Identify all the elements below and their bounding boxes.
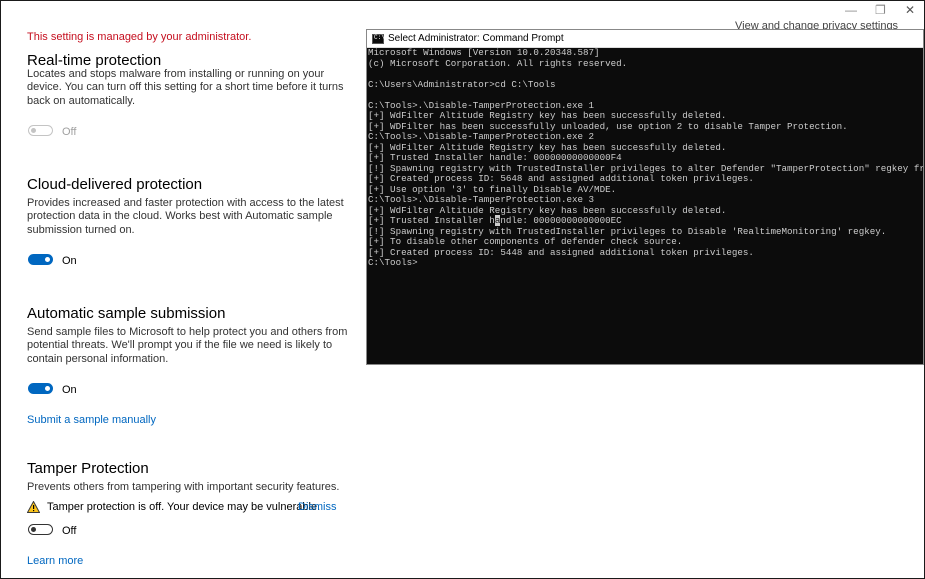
cmd-console-output[interactable]: Microsoft Windows [Version 10.0.20348.58…	[368, 48, 923, 364]
cmd-window-title: Select Administrator: Command Prompt	[388, 33, 564, 44]
cloud-protection-heading: Cloud-delivered protection	[27, 176, 202, 193]
toggle-knob	[31, 527, 36, 532]
dismiss-warning-link[interactable]: Dismiss	[298, 501, 337, 513]
realtime-protection-heading: Real-time protection	[27, 52, 161, 69]
console-line: Microsoft Windows [Version 10.0.20348.58…	[368, 48, 923, 59]
cloud-protection-toggle[interactable]	[28, 254, 53, 265]
console-line: [+] WdFilter Altitude Registry key has b…	[368, 111, 923, 122]
toggle-knob	[31, 128, 36, 133]
sample-submission-description: Send sample files to Microsoft to help p…	[27, 326, 349, 366]
command-prompt-window[interactable]: C:\ Select Administrator: Command Prompt…	[366, 29, 924, 365]
tamper-protection-description: Prevents others from tampering with impo…	[27, 481, 353, 494]
sample-toggle-state: On	[62, 384, 77, 396]
console-line	[368, 69, 923, 80]
cmd-icon-label: C:\	[374, 34, 385, 41]
cmd-title-bar[interactable]: C:\ Select Administrator: Command Prompt	[367, 30, 923, 48]
tamper-protection-heading: Tamper Protection	[27, 460, 149, 477]
console-line: [+] Created process ID: 5448 and assigne…	[368, 248, 923, 259]
restore-icon[interactable]: ❐	[875, 3, 886, 17]
tamper-toggle-state: Off	[62, 525, 76, 537]
console-line: C:\Tools>.\Disable-TamperProtection.exe …	[368, 132, 923, 143]
text-cursor: a	[495, 215, 501, 226]
console-line: C:\Tools>.\Disable-TamperProtection.exe …	[368, 195, 923, 206]
cloud-toggle-state: On	[62, 255, 77, 267]
warning-icon	[27, 501, 40, 513]
cloud-protection-description: Provides increased and faster protection…	[27, 197, 353, 237]
cmd-app-icon: C:\	[372, 34, 384, 44]
console-line: [+] To disable other components of defen…	[368, 237, 923, 248]
toggle-knob	[45, 257, 50, 262]
console-line: [+] Trusted Installer handle: 0000000000…	[368, 216, 923, 227]
tamper-protection-toggle[interactable]	[28, 524, 53, 535]
realtime-toggle-state: Off	[62, 126, 76, 138]
console-line: (c) Microsoft Corporation. All rights re…	[368, 59, 923, 70]
tamper-warning-text: Tamper protection is off. Your device ma…	[47, 501, 320, 513]
sample-submission-heading: Automatic sample submission	[27, 305, 225, 322]
close-icon[interactable]: ✕	[905, 3, 915, 17]
console-line: C:\Tools>	[368, 258, 923, 269]
learn-more-link[interactable]: Learn more	[27, 555, 83, 567]
admin-managed-notice: This setting is managed by your administ…	[27, 31, 251, 43]
realtime-protection-toggle[interactable]	[28, 125, 53, 136]
realtime-protection-description: Locates and stops malware from installin…	[27, 68, 353, 108]
minimize-icon[interactable]: —	[845, 3, 857, 17]
console-line: [+] Created process ID: 5648 and assigne…	[368, 174, 923, 185]
submit-sample-link[interactable]: Submit a sample manually	[27, 414, 156, 426]
console-line: [+] Trusted Installer handle: 0000000000…	[368, 153, 923, 164]
console-line: C:\Users\Administrator>cd C:\Tools	[368, 80, 923, 91]
console-line	[368, 90, 923, 101]
toggle-knob	[45, 386, 50, 391]
sample-submission-toggle[interactable]	[28, 383, 53, 394]
